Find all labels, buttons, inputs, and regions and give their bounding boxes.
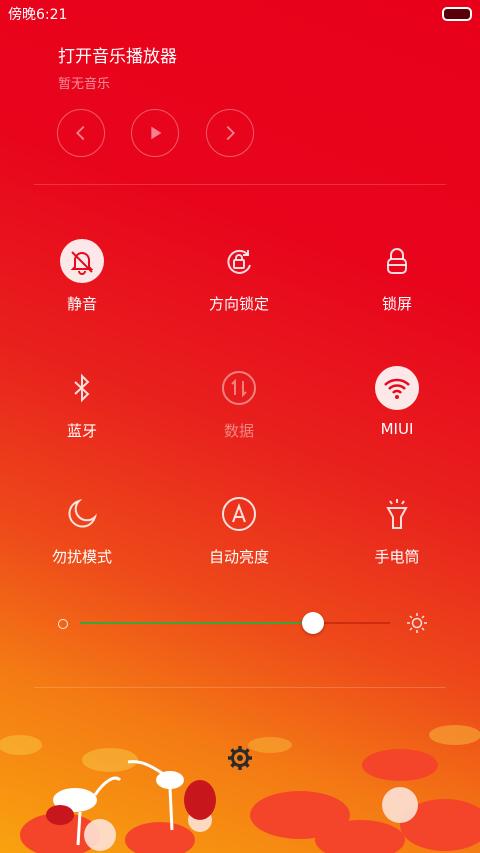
- toggle-flashlight[interactable]: 手电筒: [332, 492, 462, 582]
- brightness-low-icon: [58, 619, 68, 629]
- toggle-mobile-data[interactable]: 数据: [174, 366, 304, 456]
- toggle-label: 锁屏: [381, 295, 412, 313]
- brightness-high-icon: [407, 613, 427, 633]
- toggle-label: 自动亮度: [208, 548, 269, 566]
- toggle-label: MIUI: [380, 420, 414, 438]
- toggle-rotation-lock[interactable]: 方向锁定: [174, 239, 304, 329]
- auto-brightness-icon: [217, 492, 261, 536]
- toggle-lock-screen[interactable]: 锁屏: [332, 239, 462, 329]
- wifi-icon: [375, 366, 419, 410]
- status-time: 傍晚6:21: [8, 7, 68, 23]
- status-bar: 傍晚6:21: [0, 0, 480, 26]
- brightness-slider[interactable]: [58, 612, 428, 636]
- toggle-auto-brightness[interactable]: 自动亮度: [174, 492, 304, 582]
- brightness-fill: [80, 622, 313, 624]
- bell-off-icon: [60, 239, 104, 283]
- previous-button[interactable]: [57, 109, 105, 157]
- bluetooth-icon: [60, 366, 104, 410]
- settings-gear-icon[interactable]: [226, 744, 254, 772]
- toggle-label: 方向锁定: [208, 295, 269, 313]
- battery-icon: [442, 7, 472, 21]
- toggle-do-not-disturb[interactable]: 勿扰模式: [17, 492, 147, 582]
- next-button[interactable]: [206, 109, 254, 157]
- chevron-left-icon: [76, 125, 85, 141]
- brightness-track[interactable]: [80, 612, 390, 634]
- toggle-label: 勿扰模式: [51, 548, 112, 566]
- toggle-label: 蓝牙: [66, 422, 97, 440]
- divider: [34, 184, 446, 185]
- toggle-wifi[interactable]: MIUI: [332, 366, 462, 456]
- music-title[interactable]: 打开音乐播放器: [58, 42, 177, 67]
- play-icon: [151, 126, 162, 140]
- toggle-label: 静音: [66, 295, 97, 313]
- wallpaper-artwork: [0, 725, 480, 853]
- moon-icon: [60, 492, 104, 536]
- mobile-data-icon: [217, 366, 261, 410]
- toggle-bluetooth[interactable]: 蓝牙: [17, 366, 147, 456]
- lock-icon: [375, 239, 419, 283]
- chevron-right-icon: [226, 125, 235, 141]
- toggle-label: 数据: [223, 422, 254, 440]
- rotation-lock-icon: [217, 239, 261, 283]
- toggle-label: 手电筒: [374, 548, 420, 566]
- brightness-thumb[interactable]: [301, 612, 324, 634]
- music-subtitle: 暂无音乐: [58, 77, 111, 92]
- play-button[interactable]: [131, 109, 179, 157]
- toggle-mute[interactable]: 静音: [17, 239, 147, 329]
- music-widget[interactable]: 打开音乐播放器 暂无音乐: [58, 42, 177, 92]
- divider: [34, 687, 446, 688]
- flashlight-icon: [375, 492, 419, 536]
